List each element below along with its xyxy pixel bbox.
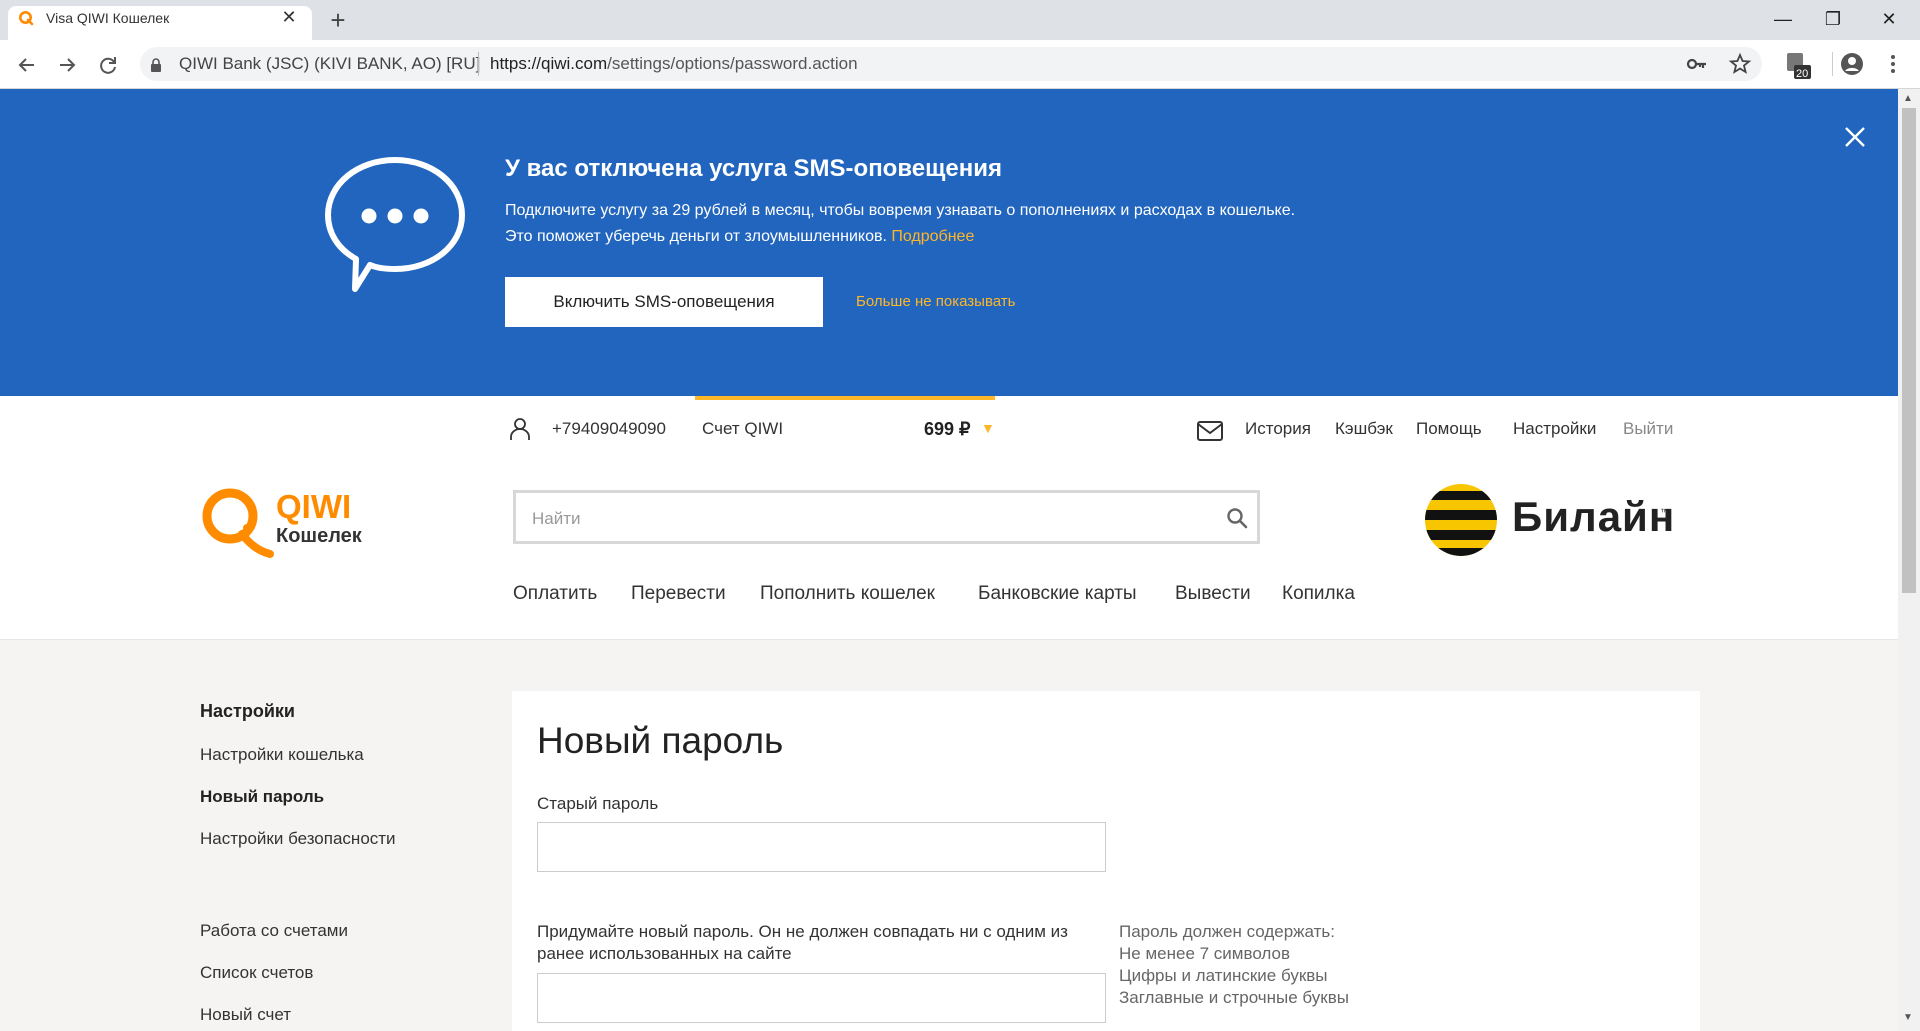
- account-balance[interactable]: 699 ₽: [924, 419, 971, 440]
- active-account-indicator: [695, 396, 995, 400]
- close-icon[interactable]: [1842, 124, 1868, 150]
- logo-subtitle: Кошелек: [276, 525, 363, 547]
- profile-icon[interactable]: [1840, 52, 1864, 76]
- back-arrow-icon[interactable]: [12, 50, 42, 80]
- account-selector[interactable]: Счет QIWI: [702, 419, 783, 439]
- banner-text: Подключите услугу за 29 рублей в месяц, …: [505, 202, 1296, 219]
- window-close-button[interactable]: ✕: [1866, 0, 1912, 38]
- password-rule: Заглавные и строчные буквы: [1119, 988, 1349, 1007]
- chevron-down-icon[interactable]: ▼: [981, 420, 995, 436]
- nav-withdraw[interactable]: Вывести: [1175, 583, 1251, 605]
- key-icon[interactable]: [1686, 54, 1708, 74]
- more-link[interactable]: Подробнее: [891, 228, 974, 245]
- beeline-logo-icon[interactable]: [1423, 482, 1503, 558]
- chat-bubble-icon: [325, 157, 465, 292]
- scroll-down-arrow-icon[interactable]: ▼: [1903, 1012, 1913, 1023]
- reload-icon[interactable]: [93, 50, 123, 80]
- password-rule: Цифры и латинские буквы: [1119, 966, 1328, 985]
- history-link[interactable]: История: [1245, 419, 1311, 439]
- browser-toolbar: QIWI Bank (JSC) (KIVI BANK, AO) [RU] htt…: [0, 40, 1920, 89]
- sidebar-title: Настройки: [200, 701, 295, 721]
- help-link[interactable]: Помощь: [1416, 419, 1482, 439]
- settings-link[interactable]: Настройки: [1513, 419, 1596, 439]
- url-path: /settings/options/password.action: [607, 54, 858, 73]
- sidebar-item-security-settings[interactable]: Настройки безопасности: [200, 829, 396, 849]
- tab-title: Visa QIWI Кошелек: [46, 10, 170, 26]
- dont-show-again-link[interactable]: Больше не показывать: [856, 293, 1015, 310]
- banner-text: Это поможет уберечь деньги от злоумышлен…: [505, 228, 974, 246]
- user-phone[interactable]: +79409049090: [552, 419, 666, 439]
- tab-close-icon[interactable]: ✕: [278, 6, 300, 28]
- qiwi-favicon-icon: [19, 11, 34, 26]
- mail-icon[interactable]: [1197, 421, 1223, 441]
- qiwi-wallet-logo[interactable]: QIWI Кошелек: [198, 484, 368, 560]
- sidebar-item-accounts-work[interactable]: Работа со счетами: [200, 921, 348, 941]
- nav-topup[interactable]: Пополнить кошелек: [760, 583, 935, 605]
- sidebar-item-new-password[interactable]: Новый пароль: [200, 787, 324, 807]
- site-identity[interactable]: QIWI Bank (JSC) (KIVI BANK, AO) [RU]: [179, 54, 480, 74]
- sidebar-item-accounts-list[interactable]: Список счетов: [200, 963, 313, 983]
- page-title: Новый пароль: [537, 720, 784, 761]
- sidebar-item-new-account[interactable]: Новый счет: [200, 1005, 291, 1025]
- lock-icon[interactable]: [150, 58, 162, 72]
- scroll-up-arrow-icon[interactable]: ▲: [1903, 93, 1913, 104]
- new-tab-button[interactable]: +: [324, 6, 352, 34]
- toolbar-divider: [1832, 52, 1833, 76]
- cashback-link[interactable]: Кэшбэк: [1335, 419, 1393, 439]
- enable-sms-button[interactable]: Включить SMS-оповещения: [505, 277, 823, 327]
- old-password-input[interactable]: [537, 822, 1106, 872]
- search-input[interactable]: [530, 505, 1214, 533]
- url-domain: https://qiwi.com: [490, 54, 608, 73]
- logo-title: QIWI: [276, 488, 351, 525]
- extension-badge: 20: [1796, 68, 1809, 80]
- password-rule: Не менее 7 символов: [1119, 944, 1290, 963]
- nav-pay[interactable]: Оплатить: [513, 583, 597, 605]
- window-restore-button[interactable]: ❐: [1810, 0, 1856, 38]
- password-rules-title: Пароль должен содержать:: [1119, 922, 1335, 941]
- banner-text-line: Это поможет уберечь деньги от злоумышлен…: [505, 228, 887, 245]
- search-box: [513, 490, 1260, 544]
- logout-link[interactable]: Выйти: [1623, 419, 1673, 439]
- url-separator: [478, 52, 479, 76]
- nav-bank-cards[interactable]: Банковские карты: [978, 583, 1137, 605]
- star-icon[interactable]: [1728, 52, 1752, 76]
- partner-name[interactable]: Билайн: [1512, 493, 1675, 541]
- window-minimize-button[interactable]: —: [1760, 0, 1806, 38]
- partner-trademark: ™: [1660, 507, 1669, 517]
- user-icon[interactable]: [509, 417, 531, 441]
- url-text[interactable]: https://qiwi.com/settings/options/passwo…: [490, 54, 858, 74]
- new-password-label: Придумайте новый пароль. Он не должен со…: [537, 922, 1068, 963]
- banner-title: У вас отключена услуга SMS-оповещения: [505, 155, 1002, 182]
- forward-arrow-icon[interactable]: [52, 50, 82, 80]
- scrollbar-thumb[interactable]: [1902, 108, 1916, 593]
- nav-piggy-bank[interactable]: Копилка: [1282, 583, 1355, 605]
- search-icon[interactable]: [1226, 507, 1248, 529]
- new-password-input[interactable]: [537, 973, 1106, 1023]
- kebab-menu-icon[interactable]: [1888, 52, 1898, 76]
- nav-transfer[interactable]: Перевести: [631, 583, 726, 605]
- sidebar-item-wallet-settings[interactable]: Настройки кошелька: [200, 745, 364, 765]
- old-password-label: Старый пароль: [537, 794, 659, 813]
